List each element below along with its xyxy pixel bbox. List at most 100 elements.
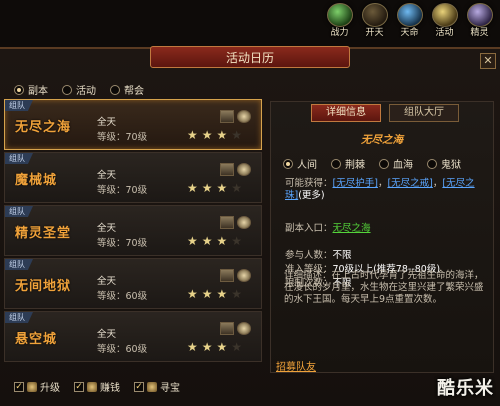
rewards-label: 可能获得：: [285, 178, 333, 189]
close-button[interactable]: ✕: [480, 53, 496, 69]
star-icon: ★: [187, 287, 198, 301]
reward-item-icon[interactable]: [237, 216, 251, 229]
radio-icon: [427, 158, 437, 169]
more-link[interactable]: (更多): [298, 190, 324, 201]
filter-levelup[interactable]: ✓ 升级: [14, 379, 60, 394]
sky-icon: [361, 3, 388, 27]
dungeon-time: 全天: [97, 276, 117, 287]
difficulty-ghost-prison[interactable]: 鬼狱: [427, 156, 461, 171]
dungeon-level: 等级：70级: [97, 238, 148, 249]
tab-guild[interactable]: 帮会: [110, 82, 144, 97]
dungeon-time: 全天: [97, 117, 117, 128]
filter-checkboxes: ✓ 升级 ✓ 赚钱 ✓ 寻宝: [14, 379, 180, 394]
topbar-activity-button[interactable]: 活动: [428, 3, 461, 39]
reward-chest-icon[interactable]: [220, 163, 234, 176]
money-icon: [87, 381, 97, 392]
radio-icon: [62, 84, 72, 95]
top-icon-bar: 战力 开天 天命 活动 精灵: [323, 3, 496, 39]
difficulty-blood-sea[interactable]: 血海: [379, 156, 413, 171]
star-icon: ★: [201, 181, 213, 195]
activity-icon: [431, 3, 458, 27]
tab-label: 副本: [28, 86, 48, 97]
team-badge: 组队: [5, 259, 33, 270]
radio-icon: [14, 84, 24, 95]
filter-treasure[interactable]: ✓ 寻宝: [134, 379, 180, 394]
destiny-icon: [396, 3, 423, 27]
dungeon-level: 等级：60级: [97, 344, 148, 355]
reward-chest-icon[interactable]: [220, 322, 234, 335]
detail-description: 详细描述：在上古时代孕育了先祖生命的海洋，在漫长的岁月里，水生物在这里兴建了繁荣…: [284, 270, 484, 305]
star-icon: ★: [187, 234, 198, 248]
tab-team-hall[interactable]: 组队大厅: [389, 104, 459, 122]
topbar-sky-button[interactable]: 开天: [358, 3, 391, 39]
dungeon-card[interactable]: 组队 无尽之海 全天 等级：70级 ★ ★ ★ ★: [4, 99, 262, 150]
dungeon-card[interactable]: 组队 魔械城 全天 等级：70级 ★ ★ ★ ★: [4, 152, 262, 203]
star-icon: ★: [216, 234, 228, 248]
dungeon-title: 无尽之海: [15, 120, 72, 135]
power-icon: [326, 3, 353, 27]
team-badge: 组队: [5, 206, 33, 217]
difficulty-options: 人间 荆棘 血海 鬼狱: [283, 156, 461, 171]
reward-chest-icon[interactable]: [220, 216, 234, 229]
entrance-link[interactable]: 无尽之海: [333, 223, 371, 234]
topbar-label: 战力: [330, 28, 349, 38]
tab-details[interactable]: 详细信息: [311, 104, 381, 122]
filter-label: 升级: [40, 383, 60, 394]
topbar-spirit-button[interactable]: 精灵: [463, 3, 496, 39]
reward-item-icon[interactable]: [237, 163, 251, 176]
dungeon-card[interactable]: 组队 精灵圣堂 全天 等级：70级 ★ ★ ★ ★: [4, 205, 262, 256]
participants-label: 参与人数：: [285, 250, 333, 261]
dungeon-title: 无间地狱: [15, 279, 72, 294]
difficulty-label: 鬼狱: [441, 160, 461, 171]
difficulty-label: 人间: [297, 160, 317, 171]
checkbox[interactable]: ✓: [14, 381, 24, 392]
reward-chest-icon[interactable]: [220, 110, 234, 123]
entrance-label: 副本入口：: [285, 223, 333, 234]
dungeon-card[interactable]: 组队 悬空城 全天 等级：60级 ★ ★ ★ ★: [4, 311, 262, 362]
recruit-teammates-link[interactable]: 招募队友: [276, 358, 316, 373]
window-title: 活动日历: [150, 46, 350, 68]
radio-icon: [331, 158, 341, 169]
reward-item-icon[interactable]: [237, 322, 251, 335]
difficulty-label: 荆棘: [345, 160, 365, 171]
tab-label: 帮会: [124, 86, 144, 97]
topbar-power-button[interactable]: 战力: [323, 3, 356, 39]
dungeon-card[interactable]: 组队 无间地狱 全天 等级：60级 ★ ★ ★ ★: [4, 258, 262, 309]
levelup-icon: [27, 381, 37, 392]
star-rating: ★ ★ ★ ★: [187, 182, 242, 194]
reward-item-icon[interactable]: [237, 110, 251, 123]
rewards-row: 可能获得：[无尽护手]，[无尽之戒]，[无尽之珠](更多): [285, 178, 475, 201]
star-icon: ★: [201, 234, 213, 248]
activity-calendar-window: 活动日历 ✕ 副本 活动 帮会 组队 无尽之海 全天 等级：70级 ★ ★ ★ ★ 组…: [0, 46, 500, 406]
difficulty-thorns[interactable]: 荆棘: [331, 156, 365, 171]
reward-chest-icon[interactable]: [220, 269, 234, 282]
reward-link[interactable]: [无尽护手]: [333, 178, 378, 189]
topbar-destiny-button[interactable]: 天命: [393, 3, 426, 39]
checkbox[interactable]: ✓: [134, 381, 144, 392]
reward-link[interactable]: [无尽之戒]: [387, 178, 432, 189]
dungeon-level: 等级：70级: [97, 132, 148, 143]
category-tabs: 副本 活动 帮会: [14, 82, 144, 97]
team-badge: 组队: [5, 153, 33, 164]
star-icon: ★: [231, 287, 243, 301]
dungeon-time: 全天: [97, 170, 117, 181]
star-icon: ★: [201, 340, 213, 354]
tab-activity[interactable]: 活动: [62, 82, 96, 97]
star-icon: ★: [216, 128, 228, 142]
star-rating: ★ ★ ★ ★: [187, 288, 242, 300]
reward-item-icon[interactable]: [237, 269, 251, 282]
detail-panel: 详细信息 组队大厅 无尽之海 人间 荆棘 血海 鬼狱 可能获得：[无尽护手]，[…: [270, 101, 494, 373]
detail-dungeon-name: 无尽之海: [361, 134, 403, 146]
dungeon-level: 等级：60级: [97, 291, 148, 302]
star-rating: ★ ★ ★ ★: [187, 341, 242, 353]
checkbox[interactable]: ✓: [74, 381, 84, 392]
difficulty-human[interactable]: 人间: [283, 156, 317, 171]
difficulty-label: 血海: [393, 160, 413, 171]
filter-money[interactable]: ✓ 赚钱: [74, 379, 120, 394]
star-icon: ★: [216, 181, 228, 195]
tab-dungeon[interactable]: 副本: [14, 82, 48, 97]
team-badge: 组队: [5, 100, 33, 111]
treasure-icon: [147, 381, 157, 392]
entrance-row: 副本入口：无尽之海: [285, 220, 371, 234]
participants-row: 参与人数：不限: [285, 247, 352, 261]
